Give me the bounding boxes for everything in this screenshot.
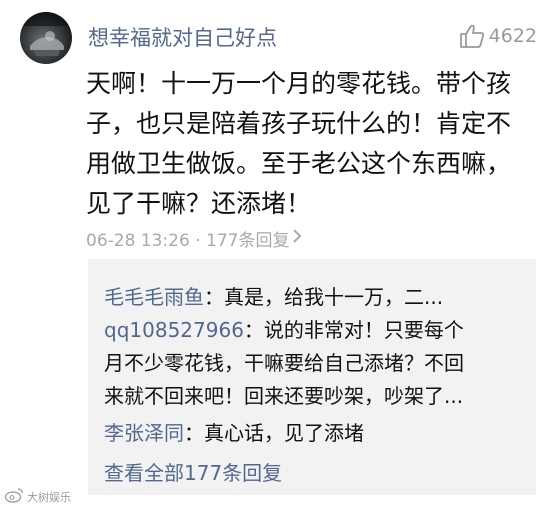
reply-text-continuation: 月不少零花钱，干嘛要给自己添堵？不回 — [104, 351, 464, 375]
comment-text-line: 用做卫生做饭。至于老公这个东西嘛， — [86, 149, 512, 178]
like-count: 4622 — [488, 25, 537, 47]
reply-username[interactable]: 毛毛毛雨鱼 — [104, 285, 204, 309]
reply-item[interactable]: 李张泽同：真心话，见了添堵 — [104, 417, 364, 450]
comment-text-line: 天啊！十一万一个月的零花钱。带个孩 — [86, 69, 512, 98]
comment-text-line: 子，也只是陪着孩子玩什么的！肯定不 — [86, 109, 512, 138]
reply-username[interactable]: qq108527966 — [104, 318, 244, 342]
reply-item[interactable]: qq108527966：说的非常对！只要每个 — [104, 314, 464, 347]
reply-text: ：说的非常对！只要每个 — [243, 318, 464, 342]
weibo-logo-icon — [4, 487, 24, 506]
comment-timestamp-replies: 06-28 13:26 · 177条回复 — [86, 231, 290, 251]
watermark-text: 大树娱乐 — [27, 490, 71, 504]
comment-text-line: 见了干嘛？还添堵！ — [86, 189, 312, 218]
reply-username[interactable]: 李张泽同 — [104, 421, 184, 445]
comment-username[interactable]: 想幸福就对自己好点 — [88, 22, 277, 52]
reply-text: ：真心话，见了添堵 — [184, 421, 364, 445]
chevron-right-icon — [291, 228, 303, 249]
like-button[interactable]: 4622 — [459, 24, 537, 48]
reply-text: ：真是，给我十一万，二... — [204, 285, 444, 309]
reply-text-continuation: 来就不回来吧！回来还要吵架，吵架了... — [104, 384, 464, 408]
comment-meta[interactable]: 06-28 13:26 · 177条回复 — [86, 226, 303, 251]
thumbs-up-icon — [459, 24, 485, 48]
avatar[interactable] — [20, 12, 72, 64]
watermark: 大树娱乐 — [4, 487, 71, 506]
view-all-replies-link[interactable]: 查看全部177条回复 — [104, 457, 282, 486]
reply-item[interactable]: 毛毛毛雨鱼：真是，给我十一万，二... — [104, 281, 443, 314]
comment-text: 天啊！十一万一个月的零花钱。带个孩 子，也只是陪着孩子玩什么的！肯定不 用做卫生… — [86, 64, 526, 224]
reply-list: 毛毛毛雨鱼：真是，给我十一万，二... qq108527966：说的非常对！只要… — [88, 259, 536, 495]
